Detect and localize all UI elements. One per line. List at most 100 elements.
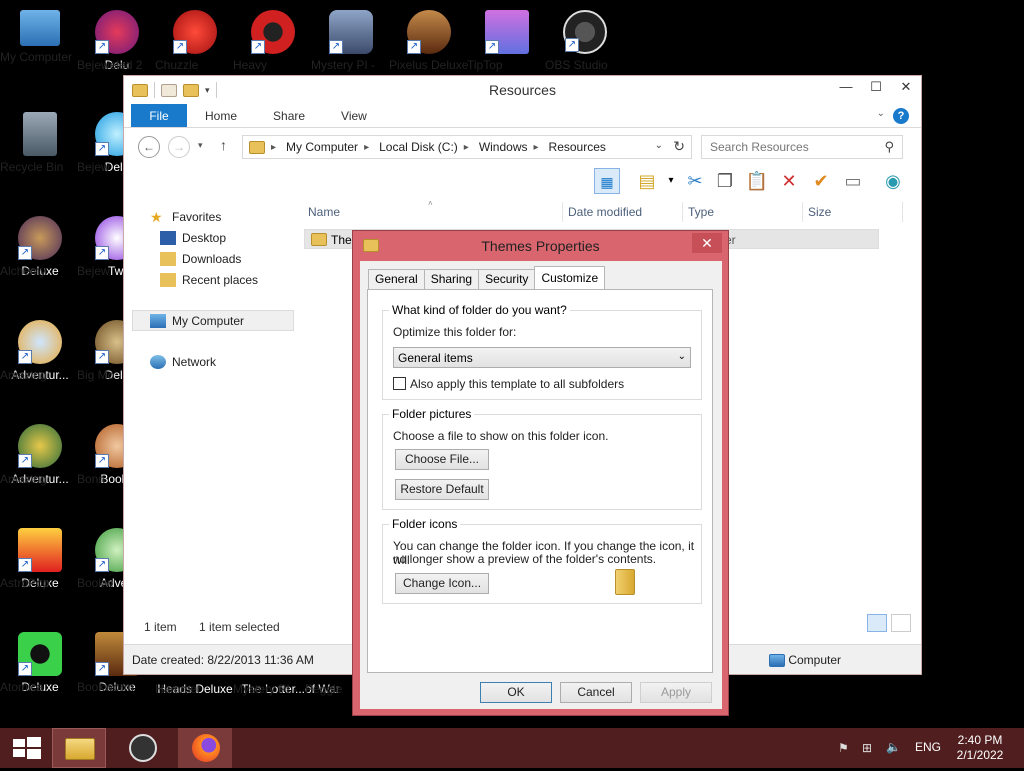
tab-security[interactable]: Security: [478, 269, 536, 289]
paste-icon[interactable]: 📋: [744, 168, 770, 194]
taskbar-firefox[interactable]: [178, 728, 232, 768]
nav-network[interactable]: Network: [124, 351, 294, 372]
globe-icon[interactable]: ◉: [880, 168, 906, 194]
taskbar-file-explorer[interactable]: [52, 728, 106, 768]
desktop-icon-label: Hammer: [155, 682, 202, 696]
dialog-close-button[interactable]: ✕: [692, 233, 722, 253]
cut-icon[interactable]: ✂: [682, 168, 708, 194]
desktop-icon-chuzzle[interactable]: ↗ Chuzzle: [155, 10, 235, 72]
language-indicator[interactable]: ENG: [915, 740, 941, 754]
forward-button[interactable]: →: [168, 136, 190, 158]
breadcrumb-chevron-icon[interactable]: ▸: [464, 142, 469, 153]
breadcrumb-my-computer[interactable]: My Computer: [286, 140, 358, 154]
preview-pane-icon[interactable]: ▦: [594, 168, 620, 194]
help-icon[interactable]: ?: [893, 108, 909, 124]
column-date-modified[interactable]: Date modified: [568, 202, 642, 222]
command-toolbar: ▦ ▤ ▾ ✂ ❐ 📋 ✕ ✔ ▭ ◉: [124, 164, 921, 196]
volume-icon[interactable]: 🔈: [886, 740, 901, 754]
column-size[interactable]: Size: [808, 202, 831, 222]
tab-view[interactable]: View: [323, 104, 385, 127]
desktop-icon-atomica-deluxe[interactable]: ↗ Atomica Deluxe: [0, 632, 80, 695]
shortcut-arrow-icon: ↗: [95, 142, 109, 156]
delete-icon[interactable]: ✕: [776, 168, 802, 194]
ribbon-expand-icon[interactable]: ⌄: [877, 108, 885, 119]
tab-sharing[interactable]: Sharing: [423, 269, 480, 289]
tab-home[interactable]: Home: [187, 104, 255, 127]
breadcrumb-chevron-icon[interactable]: ▸: [364, 142, 369, 153]
desktop-icon-recycle-bin[interactable]: Recycle Bin: [0, 112, 80, 174]
apply-subfolders-checkbox[interactable]: [393, 377, 406, 390]
choose-file-button[interactable]: Choose File...: [395, 449, 489, 470]
column-type[interactable]: Type: [688, 202, 714, 222]
options-dropdown-icon[interactable]: ▾: [658, 168, 684, 194]
up-arrow-icon[interactable]: ↑: [220, 137, 227, 153]
copy-icon[interactable]: ❐: [712, 168, 738, 194]
tab-customize[interactable]: Customize: [534, 266, 606, 289]
apply-button[interactable]: Apply: [640, 682, 712, 703]
column-name[interactable]: Name: [308, 202, 340, 222]
folder-options-icon[interactable]: ▤: [634, 168, 660, 194]
minimize-button[interactable]: —: [831, 76, 861, 98]
network-tray-icon[interactable]: ⊞: [862, 741, 872, 755]
breadcrumb-chevron-icon[interactable]: ▸: [534, 142, 539, 153]
column-divider[interactable]: [682, 202, 683, 222]
column-divider[interactable]: [902, 202, 903, 222]
desktop-icon-amazing-adventures-1[interactable]: ↗ Amazing Adventur...: [0, 320, 80, 383]
nav-recent-places[interactable]: Recent places: [124, 269, 294, 290]
action-center-icon[interactable]: ⚑: [838, 741, 849, 755]
nav-favorites[interactable]: ★ Favorites: [124, 206, 294, 227]
taskbar-obs-studio[interactable]: [118, 728, 172, 768]
desktop-icon-label: Bejeweled 2: [77, 58, 143, 72]
recycle-bin-icon: [23, 112, 57, 156]
desktop-icon-label: Mystery PI -: [311, 58, 376, 72]
desktop-icon-astropop-deluxe[interactable]: ↗ AstroPop Deluxe: [0, 528, 80, 591]
column-divider[interactable]: [562, 202, 563, 222]
nav-desktop[interactable]: Desktop: [124, 227, 294, 248]
start-button[interactable]: [0, 728, 54, 768]
tab-general[interactable]: General: [368, 269, 425, 289]
column-divider[interactable]: [802, 202, 803, 222]
optimize-select[interactable]: General items ⌄: [393, 347, 691, 368]
desktop-icon-label: TipTop: [467, 58, 503, 72]
nav-downloads[interactable]: Downloads: [124, 248, 294, 269]
details-view-icon[interactable]: [867, 614, 887, 632]
desktop-icon-mystery-pi[interactable]: ↗ Mystery PI -: [311, 10, 391, 72]
desktop-icon-hammer-heads[interactable]: Hammer Heads Deluxe: [155, 682, 235, 697]
close-button[interactable]: ✕: [891, 76, 921, 98]
desktop-icon-pixelus-deluxe[interactable]: ↗ Pixelus Deluxe: [389, 10, 469, 72]
desktop-icon-mystery-pi-lottery[interactable]: Mystery PI - The Lotter...: [233, 682, 313, 697]
desktop-icon-alchemy-deluxe[interactable]: ↗ Alchemy Deluxe: [0, 216, 80, 279]
desktop-icon-obs-studio[interactable]: ↗ OBS Studio: [545, 10, 625, 72]
desktop-icon-label: Heavy: [233, 58, 268, 72]
nav-my-computer[interactable]: My Computer: [132, 310, 294, 331]
desktop-icon-label: Chuzzle: [155, 58, 199, 72]
search-box[interactable]: Search Resources ⚲: [701, 135, 903, 159]
address-dropdown-icon[interactable]: ⌄: [655, 140, 663, 151]
cancel-button[interactable]: Cancel: [560, 682, 632, 703]
breadcrumb-local-disk[interactable]: Local Disk (C:): [379, 140, 458, 154]
desktop-icon-label: Alchemy: [0, 264, 47, 278]
nav-label: My Computer: [172, 313, 245, 328]
ok-button[interactable]: OK: [480, 682, 552, 703]
desktop-icon-amazing-adventures-2[interactable]: ↗ Amazing Adventur...: [0, 424, 80, 487]
recent-locations-icon[interactable]: ▾: [198, 140, 203, 151]
restore-default-button[interactable]: Restore Default: [395, 479, 489, 500]
maximize-button[interactable]: ☐: [861, 76, 891, 98]
rename-icon[interactable]: ▭: [840, 168, 866, 194]
desktop-icon-tiptop[interactable]: ↗ TipTop: [467, 10, 547, 72]
desktop-icon-heavy[interactable]: ↗ Heavy: [233, 10, 313, 72]
large-icons-view-icon[interactable]: [891, 614, 911, 632]
breadcrumb-windows[interactable]: Windows: [479, 140, 528, 154]
breadcrumb-resources[interactable]: Resources: [549, 140, 606, 154]
refresh-icon[interactable]: ↻: [673, 138, 685, 155]
desktop-icon-bejeweled-2[interactable]: ↗ Bejeweled 2 Delu: [77, 10, 157, 73]
desktop-icon-my-computer[interactable]: My Computer: [0, 10, 80, 64]
tab-file[interactable]: File: [131, 104, 187, 127]
breadcrumb-chevron-icon[interactable]: ▸: [271, 142, 276, 153]
address-bar[interactable]: ▸ My Computer ▸ Local Disk (C:) ▸ Window…: [242, 135, 692, 159]
clock[interactable]: 2:40 PM 2/1/2022: [950, 733, 1010, 763]
change-icon-button[interactable]: Change Icon...: [395, 573, 489, 594]
checkmark-icon[interactable]: ✔: [808, 168, 834, 194]
tab-share[interactable]: Share: [255, 104, 323, 127]
back-button[interactable]: ←: [138, 136, 160, 158]
